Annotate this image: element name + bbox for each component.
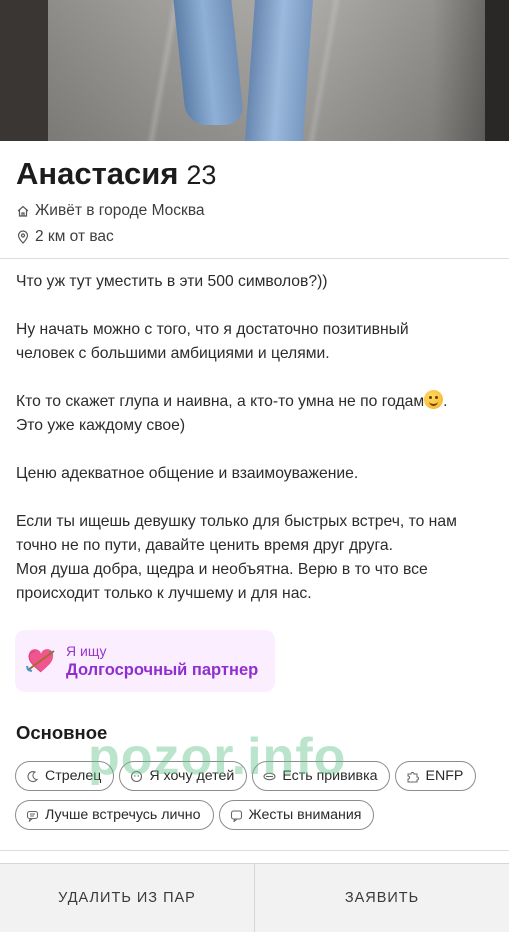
photo-doorframe-right: [485, 0, 509, 141]
heart-arrow-icon: [26, 649, 55, 673]
remove-from-matches-button[interactable]: УДАЛИТЬ ИЗ ПАР: [0, 864, 254, 932]
basics-title: Основное: [16, 722, 108, 743]
bio-line: Моя душа добра, щедра и необъятна. Верю …: [16, 561, 428, 578]
profile-city-text: Живёт в городе Москва: [35, 202, 205, 219]
bio-line: Ценю адекватное общение и взаимоуважение…: [16, 465, 359, 482]
report-button[interactable]: ЗАЯВИТЬ: [255, 864, 509, 932]
photo-jeans-right: [245, 0, 313, 141]
smile-emoji-icon: [424, 390, 444, 409]
chip-label: Лучше встречусь лично: [45, 807, 201, 823]
photo-doorframe: [0, 0, 48, 141]
bio-line: точно не по пути, давайте ценить время д…: [16, 537, 393, 554]
profile-name: Анастасия: [16, 156, 179, 191]
chip-love-language: Жесты внимания: [218, 800, 375, 830]
bio-line: Что уж тут уместить в эти 500 символов?)…: [16, 273, 328, 290]
divider: [0, 258, 509, 259]
profile-bio: Что уж тут уместить в эти 500 символов?)…: [16, 270, 496, 606]
home-icon: [17, 205, 29, 217]
profile-distance: 2 км от вас: [16, 228, 114, 246]
chip-label: Я хочу детей: [149, 768, 235, 784]
puzzle-icon: [407, 771, 420, 782]
chip-personality: ENFP: [395, 761, 477, 791]
bio-line: Если ты ищешь девушку только для быстрых…: [16, 513, 457, 530]
action-bar: УДАЛИТЬ ИЗ ПАР ЗАЯВИТЬ: [0, 863, 509, 932]
chip-label: ENFP: [425, 768, 464, 784]
location-pin-icon: [17, 230, 29, 244]
looking-for-text: Я ищу Долгосрочный партнер: [66, 643, 258, 680]
profile-age: 23: [186, 160, 217, 190]
bio-line: Это уже каждому свое): [16, 417, 186, 434]
chat-icon: [26, 810, 39, 822]
profile-distance-text: 2 км от вас: [35, 228, 114, 245]
bio-line: Ну начать можно с того, что я достаточно…: [16, 321, 409, 338]
bio-line: происходит только к лучшему и для нас.: [16, 585, 312, 602]
profile-city: Живёт в городе Москва: [16, 202, 205, 220]
profile-header: Анастасия 23: [16, 156, 216, 192]
looking-for-label: Я ищу: [66, 642, 107, 659]
divider: [0, 850, 509, 851]
bio-line: Кто то скажет глупа и наивна, а кто-то у…: [16, 390, 496, 414]
chip-label: Есть прививка: [282, 768, 378, 784]
looking-for-card: Я ищу Долгосрочный партнер: [15, 630, 275, 692]
chip-children: Я хочу детей: [119, 761, 248, 791]
message-icon: [230, 809, 242, 822]
bio-text: Кто то скажет глупа и наивна, а кто-то у…: [16, 393, 425, 410]
chip-zodiac: Стрелец: [15, 761, 115, 791]
basics-chips-row: Лучше встречусь лично Жесты внимания: [15, 800, 505, 830]
chip-communication: Лучше встречусь лично: [15, 800, 214, 830]
looking-for-value: Долгосрочный партнер: [66, 660, 259, 679]
chip-label: Стрелец: [45, 768, 102, 784]
bio-line: человек с большими амбициями и целями.: [16, 345, 330, 362]
chip-vaccine: Есть прививка: [252, 761, 391, 791]
vaccine-icon: [263, 772, 276, 780]
bio-text: .: [443, 393, 448, 410]
baby-icon: [131, 770, 143, 782]
basics-chips-row: Стрелец Я хочу детей Есть прививка ENFP: [15, 761, 505, 791]
moon-icon: [27, 770, 39, 782]
chip-label: Жесты внимания: [248, 807, 362, 823]
profile-photo[interactable]: [0, 0, 509, 141]
